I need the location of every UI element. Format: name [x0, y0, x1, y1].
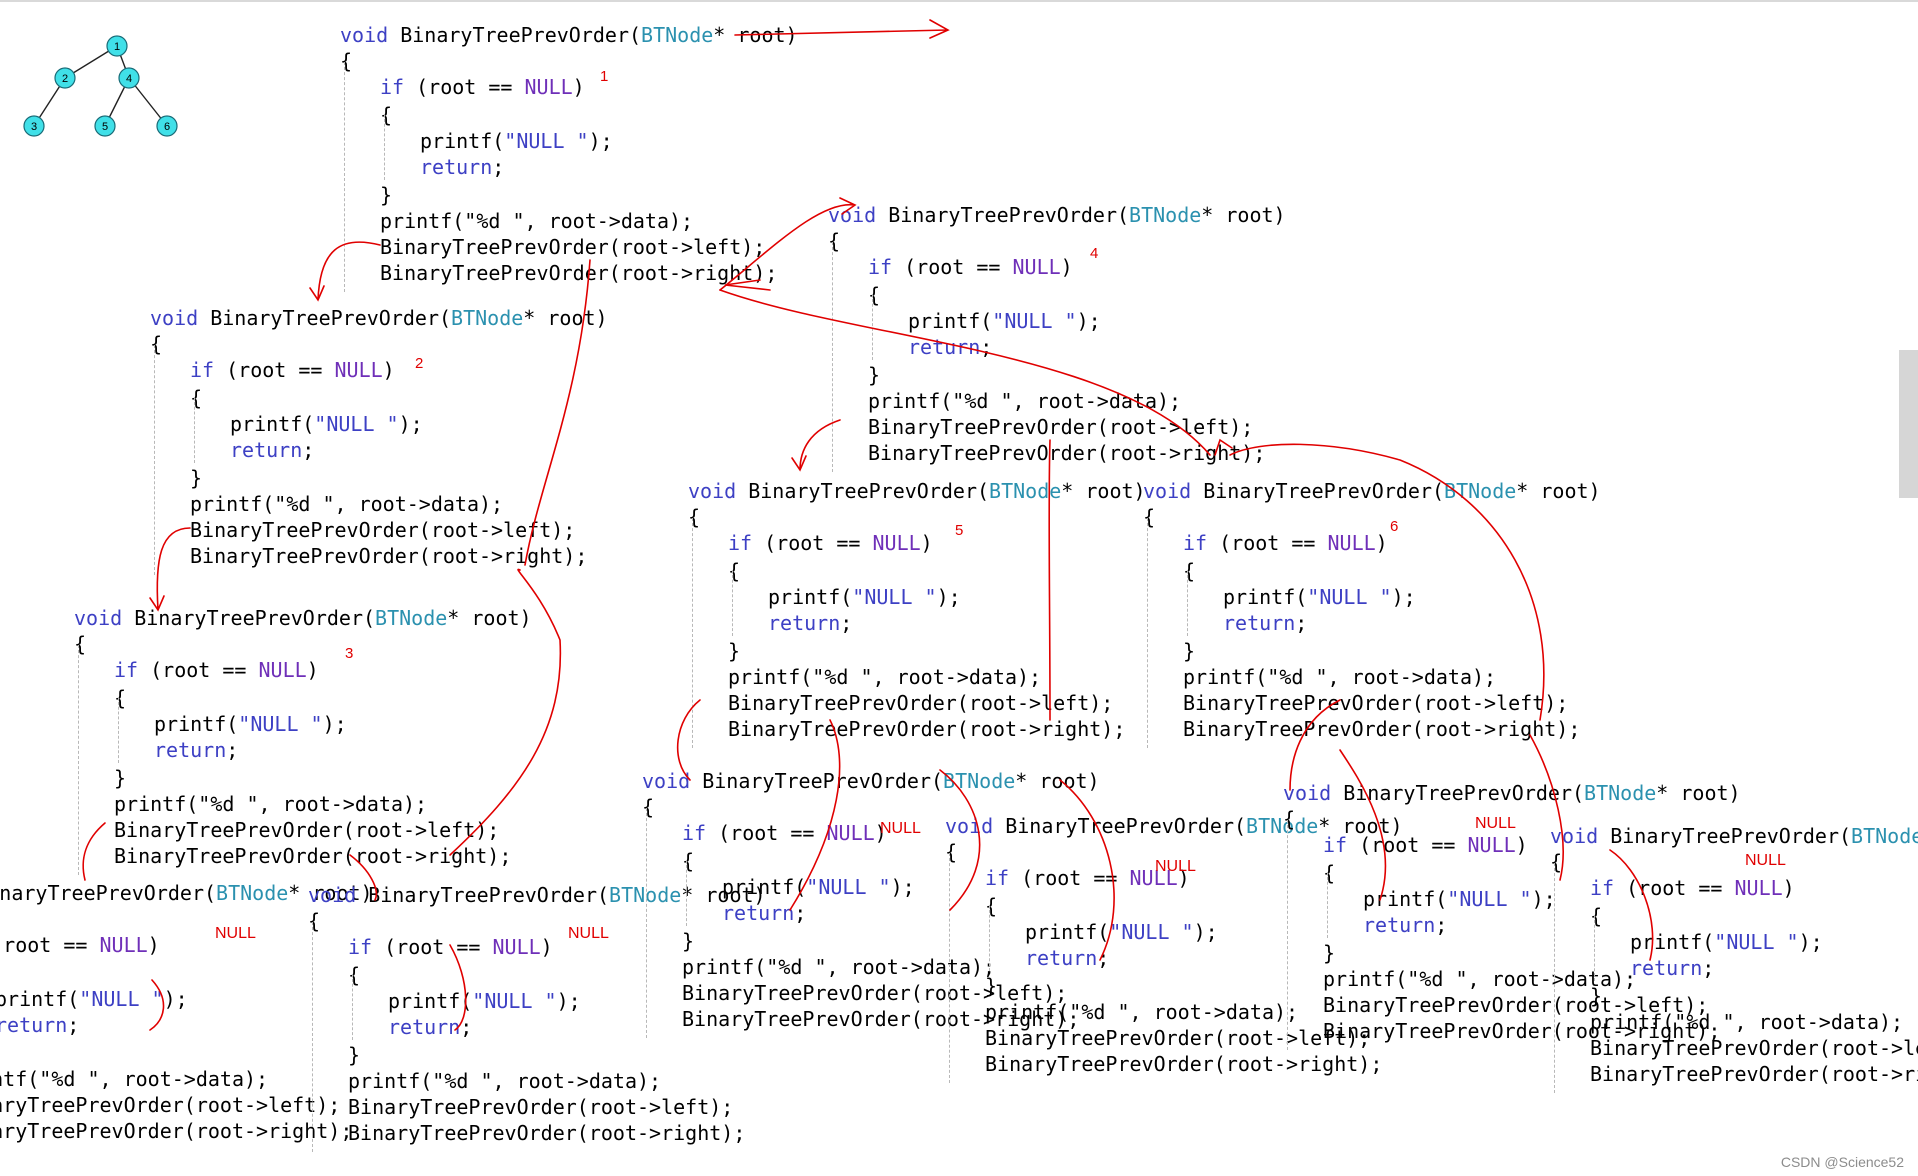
- arrow-node5-right: [939, 769, 981, 911]
- watermark: CSDN @Science52: [1780, 1154, 1904, 1170]
- arrow-node5-left: [676, 699, 701, 781]
- arrow-null-5a: [789, 719, 841, 911]
- arrow-node4-to-node6: [719, 289, 1211, 456]
- arrow-null-6b: [1609, 849, 1654, 961]
- arrow-node6-left: [1289, 699, 1341, 791]
- diagram-canvas: 124356 void BinaryTreePrevOrder(BTNode* …: [0, 0, 1918, 1176]
- arrow-node3-left: [82, 822, 106, 881]
- arrow-node6-return: [1214, 438, 1233, 456]
- arrow-root-to-node4: [719, 197, 857, 291]
- arrow-node2-to-node3: [149, 527, 191, 612]
- arrow-return-node2-to-root: [524, 259, 591, 566]
- arrow-node5-up: [1048, 439, 1051, 721]
- arrow-null-5b: [1059, 779, 1115, 961]
- arrow-null-left: [149, 979, 165, 1031]
- arrow-node3-right: [349, 854, 377, 901]
- arrow-node6-right: [1529, 734, 1564, 881]
- arrow-null-right: [449, 944, 467, 1031]
- arrow-node6-return-up: [1229, 443, 1545, 721]
- arrow-node4-return: [724, 279, 771, 291]
- arrow-root-to-node2: [309, 241, 381, 302]
- arrow-node4-to-node5: [791, 419, 841, 472]
- arrow-return-node3-to-2: [449, 568, 562, 856]
- red-recursion-arrows: [82, 19, 1654, 1031]
- arrow-null-6a: [1339, 749, 1387, 901]
- arrow-main: [734, 19, 950, 39]
